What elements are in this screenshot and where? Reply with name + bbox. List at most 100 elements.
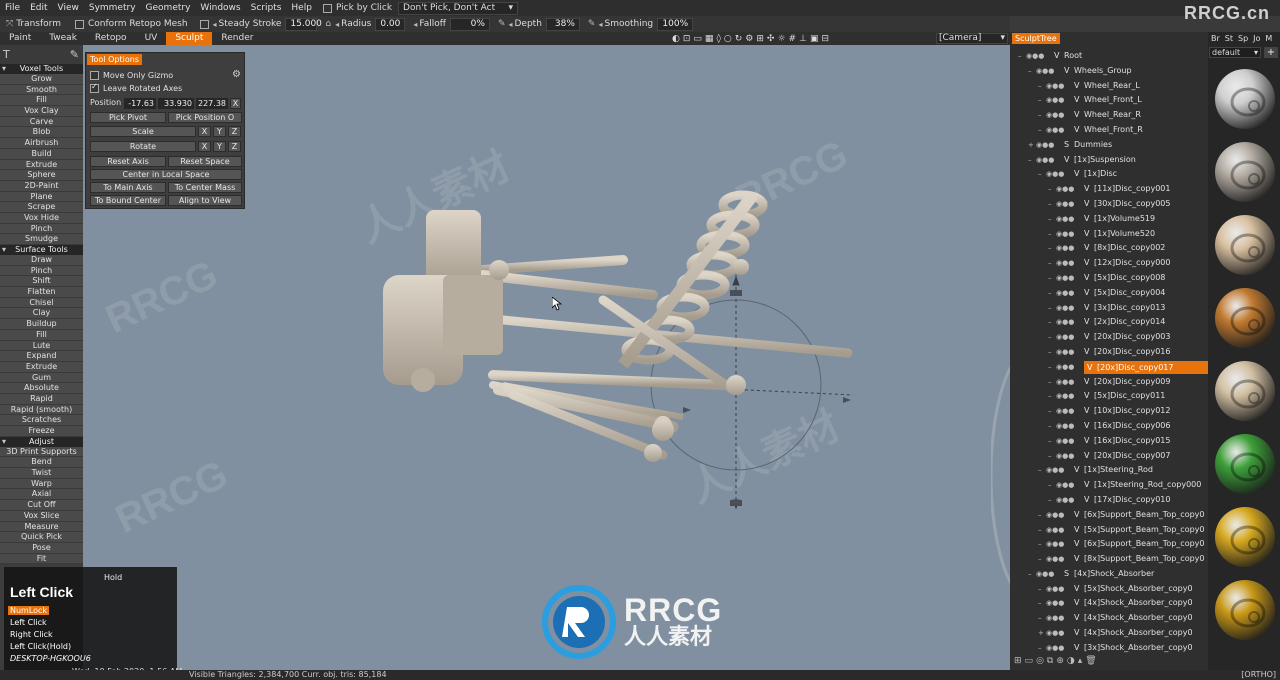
visibility-icon[interactable]: ◉●● <box>1056 330 1074 345</box>
radius-control[interactable]: ⌂ ◂ Radius 0.00 <box>325 17 406 31</box>
menu-edit[interactable]: Edit <box>25 3 52 13</box>
box-icon[interactable]: ▭ <box>693 34 702 44</box>
visibility-icon[interactable]: ◉●● <box>1056 241 1074 256</box>
visibility-icon[interactable]: ◉●● <box>1056 360 1074 375</box>
expand-icon[interactable]: + <box>1028 138 1034 153</box>
up-icon[interactable]: ▴ <box>1078 656 1083 666</box>
light-icon[interactable]: ☼ <box>777 34 785 44</box>
rotate-button[interactable]: Rotate <box>90 141 196 152</box>
expand-icon[interactable]: – <box>1048 241 1052 256</box>
axis-icon[interactable]: ⊥ <box>799 34 807 44</box>
expand-icon[interactable]: – <box>1028 153 1032 168</box>
tool-smooth[interactable]: Smooth <box>0 84 83 96</box>
tool-draw[interactable]: Draw <box>0 255 83 266</box>
expand-icon[interactable]: – <box>1038 552 1042 567</box>
camera-dropdown[interactable]: [Camera] ▾ <box>936 33 1008 44</box>
visibility-icon[interactable]: ◉●● <box>1046 596 1064 611</box>
tree-row[interactable]: – ◉●● V [20x]Disc_copy017 <box>1010 360 1208 375</box>
frame-icon[interactable]: ⊡ <box>683 34 691 44</box>
tool-warp[interactable]: Warp <box>0 478 83 490</box>
tool-smudge[interactable]: Smudge <box>0 234 83 245</box>
material-set-dropdown[interactable]: default ▾ <box>1209 47 1261 58</box>
to-bound-center-button[interactable]: To Bound Center <box>90 195 166 206</box>
rotate-icon[interactable]: ↻ <box>735 34 743 44</box>
tool-rapid-smooth[interactable]: Rapid (smooth) <box>0 404 83 416</box>
expand-icon[interactable]: – <box>1048 493 1052 508</box>
tool-fill[interactable]: Fill <box>0 329 83 341</box>
tree-row[interactable]: – ◉●● V [1x]Volume519 <box>1010 212 1208 227</box>
visibility-icon[interactable]: ◉●● <box>1056 315 1074 330</box>
tool-pose[interactable]: Pose <box>0 542 83 554</box>
tab-sculpt[interactable]: Sculpt <box>166 32 213 45</box>
tree-row[interactable]: – ◉●● V [6x]Support_Beam_Top_copy0 <box>1010 508 1208 523</box>
visibility-icon[interactable]: ◉●● <box>1046 167 1064 182</box>
tree-row[interactable]: – ◉●● V [17x]Disc_copy010 <box>1010 493 1208 508</box>
tree-row[interactable]: – ◉●● V [4x]Shock_Absorber_copy0 <box>1010 611 1208 626</box>
tab-materials[interactable]: M <box>1265 34 1272 43</box>
expand-icon[interactable]: – <box>1048 227 1052 242</box>
duplicate-icon[interactable]: ⧉ <box>1047 656 1053 666</box>
conform-checkbox[interactable] <box>74 19 84 29</box>
menu-windows[interactable]: Windows <box>195 3 245 13</box>
tool-lute[interactable]: Lute <box>0 340 83 352</box>
tree-row[interactable]: – ◉●● V [5x]Shock_Absorber_copy0 <box>1010 582 1208 597</box>
tree-row[interactable]: – ◉●● V [4x]Shock_Absorber_copy0 <box>1010 596 1208 611</box>
rotate-y-button[interactable]: Y <box>213 141 226 152</box>
move-only-gizmo-checkbox[interactable] <box>90 71 99 80</box>
visibility-icon[interactable]: ◉●● <box>1046 123 1064 138</box>
tool-carve[interactable]: Carve <box>0 116 83 128</box>
tool-quick-pick[interactable]: Quick Pick <box>0 532 83 543</box>
pen-icon[interactable]: ✎ <box>70 48 79 61</box>
tool-pinch[interactable]: Pinch <box>0 265 83 277</box>
move-icon[interactable]: ✣ <box>767 34 775 44</box>
visibility-icon[interactable]: ◉●● <box>1056 301 1074 316</box>
expand-icon[interactable]: – <box>1048 434 1052 449</box>
expand-icon[interactable]: – <box>1038 641 1042 656</box>
material-swatch[interactable] <box>1212 139 1278 205</box>
tab-sculpt-tree[interactable]: SculptTree <box>1012 33 1060 44</box>
expand-icon[interactable]: – <box>1048 404 1052 419</box>
position-y-field[interactable]: 33.930 <box>158 98 194 109</box>
expand-icon[interactable]: – <box>1048 301 1052 316</box>
tool-absolute[interactable]: Absolute <box>0 383 83 394</box>
visibility-icon[interactable]: ◉●● <box>1056 345 1074 360</box>
tree-row[interactable]: + ◉●● V [4x]Shock_Absorber_copy0 <box>1010 626 1208 641</box>
sphere-icon[interactable]: ○ <box>724 34 732 44</box>
add-material-button[interactable]: + <box>1264 47 1278 58</box>
visibility-icon[interactable]: ◉●● <box>1056 212 1074 227</box>
tool-chisel[interactable]: Chisel <box>0 297 83 309</box>
expand-icon[interactable]: – <box>1048 197 1052 212</box>
visibility-icon[interactable]: ◉●● <box>1036 64 1054 79</box>
visibility-icon[interactable]: ◉●● <box>1046 582 1064 597</box>
leave-rotated-axes-toggle[interactable]: Leave Rotated Axes <box>90 82 182 93</box>
tool-measure[interactable]: Measure <box>0 521 83 533</box>
expand-icon[interactable]: – <box>1038 611 1042 626</box>
expand-icon[interactable]: – <box>1038 108 1042 123</box>
expand-icon[interactable]: – <box>1028 64 1032 79</box>
tree-row[interactable]: – ◉●● V [5x]Disc_copy008 <box>1010 271 1208 286</box>
camera-icon[interactable]: ▣ <box>810 34 819 44</box>
expand-icon[interactable]: – <box>1038 93 1042 108</box>
pick-pivot-button[interactable]: Pick Pivot <box>90 112 166 123</box>
tab-uv[interactable]: UV <box>136 32 167 45</box>
visibility-icon[interactable]: ◉●● <box>1056 271 1074 286</box>
to-main-axis-button[interactable]: To Main Axis <box>90 182 166 193</box>
merge-icon[interactable]: ⊕ <box>1056 656 1064 666</box>
move-only-gizmo-toggle[interactable]: Move Only Gizmo <box>90 71 173 80</box>
tool-rapid[interactable]: Rapid <box>0 393 83 405</box>
tool-bend[interactable]: Bend <box>0 457 83 469</box>
tool-vox-clay[interactable]: Vox Clay <box>0 106 83 117</box>
tool-build[interactable]: Build <box>0 148 83 160</box>
tree-row[interactable]: – ◉●● V [5x]Disc_copy004 <box>1010 286 1208 301</box>
tree-row[interactable]: – ◉●● V [20x]Disc_copy009 <box>1010 375 1208 390</box>
tab-render[interactable]: Render <box>212 32 262 45</box>
center-local-space-button[interactable]: Center in Local Space <box>90 169 242 180</box>
pick-by-click-checkbox[interactable] <box>322 3 332 13</box>
visibility-icon[interactable]: ◉●● <box>1046 93 1064 108</box>
visibility-icon[interactable]: ◉●● <box>1056 227 1074 242</box>
pick-mode-dropdown[interactable]: Don't Pick, Don't Act ▾ <box>398 1 519 15</box>
visibility-icon[interactable]: ◉●● <box>1056 493 1074 508</box>
visibility-icon[interactable]: ◉●● <box>1056 256 1074 271</box>
tree-row[interactable]: – ◉●● V [16x]Disc_copy015 <box>1010 434 1208 449</box>
radius-value[interactable]: 0.00 <box>375 17 406 31</box>
